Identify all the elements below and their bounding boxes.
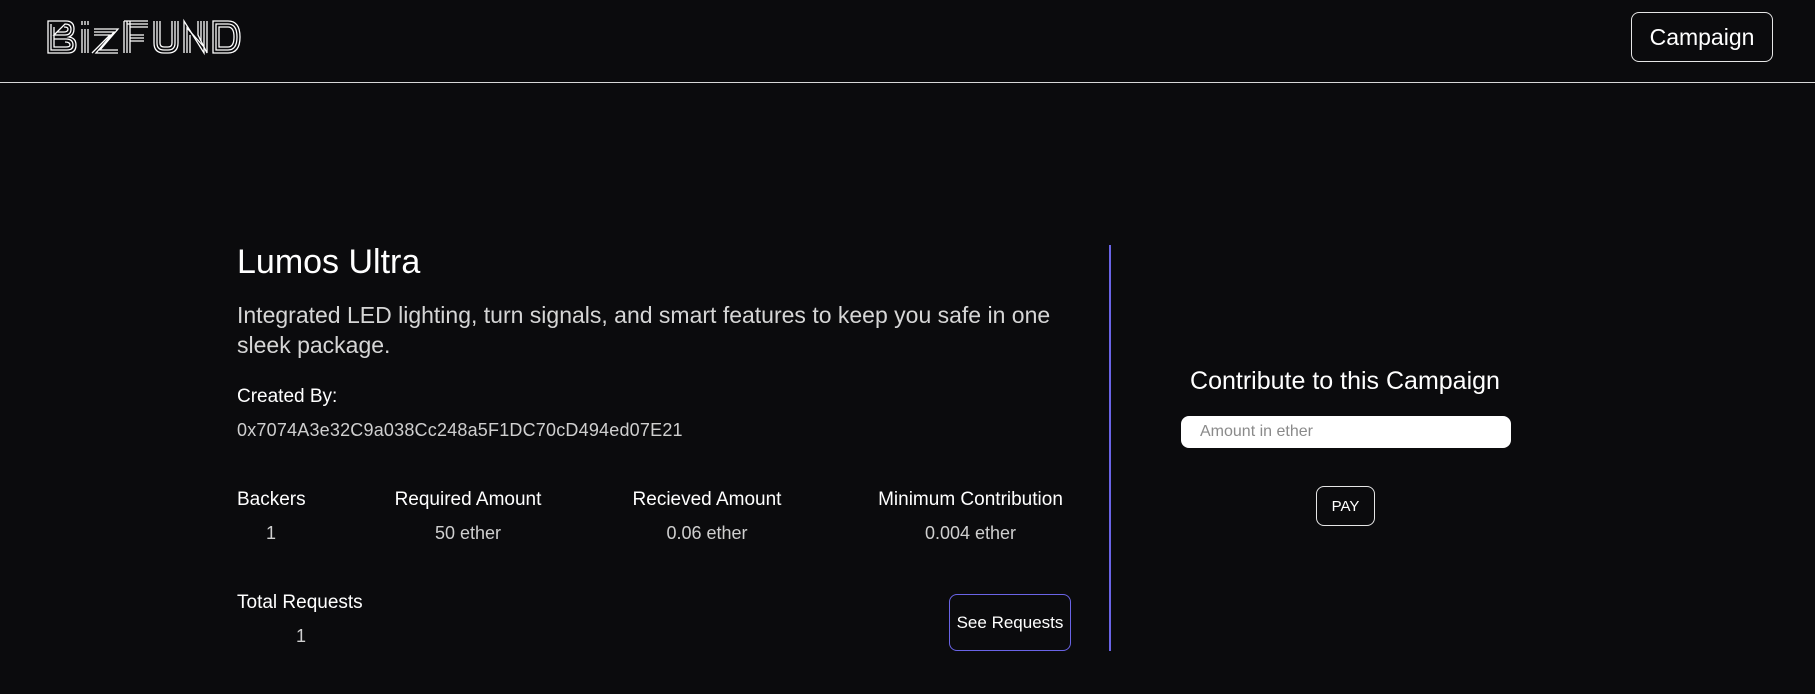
top-nav-bar: Campaign	[0, 0, 1815, 83]
required-amount-stat: Required Amount 50 ether	[391, 489, 545, 544]
see-requests-button[interactable]: See Requests	[949, 594, 1071, 651]
minimum-contribution-label: Minimum Contribution	[878, 489, 1063, 510]
backers-value: 1	[265, 523, 276, 543]
received-amount-value: 0.06 ether	[666, 523, 748, 543]
vertical-divider	[1109, 245, 1111, 651]
amount-input[interactable]	[1181, 416, 1511, 448]
minimum-contribution-stat: Minimum Contribution 0.004 ether	[870, 489, 1071, 544]
bizfund-logo[interactable]	[46, 17, 272, 57]
received-amount-stat: Recieved Amount 0.06 ether	[630, 489, 784, 544]
backers-stat: Backers 1	[237, 489, 306, 544]
campaign-button[interactable]: Campaign	[1631, 12, 1773, 62]
minimum-contribution-value: 0.004 ether	[924, 523, 1017, 543]
created-by-label: Created By:	[237, 386, 338, 407]
campaign-description: Integrated LED lighting, turn signals, a…	[237, 302, 1051, 358]
total-requests-stat: Total Requests 1	[237, 592, 365, 647]
creator-address: 0x7074A3e32C9a038Cc248a5F1DC70cD494ed07E…	[237, 420, 683, 440]
campaign-title: Lumos Ultra	[237, 243, 421, 281]
bizfund-logo-mark	[47, 18, 241, 56]
required-amount-value: 50 ether	[434, 523, 502, 543]
required-amount-label: Required Amount	[394, 489, 542, 510]
backers-label: Backers	[237, 489, 306, 510]
total-requests-value: 1	[295, 626, 306, 646]
contribute-title: Contribute to this Campaign	[1190, 367, 1500, 395]
total-requests-label: Total Requests	[237, 592, 363, 613]
pay-button[interactable]: PAY	[1316, 486, 1375, 526]
received-amount-label: Recieved Amount	[632, 489, 782, 510]
